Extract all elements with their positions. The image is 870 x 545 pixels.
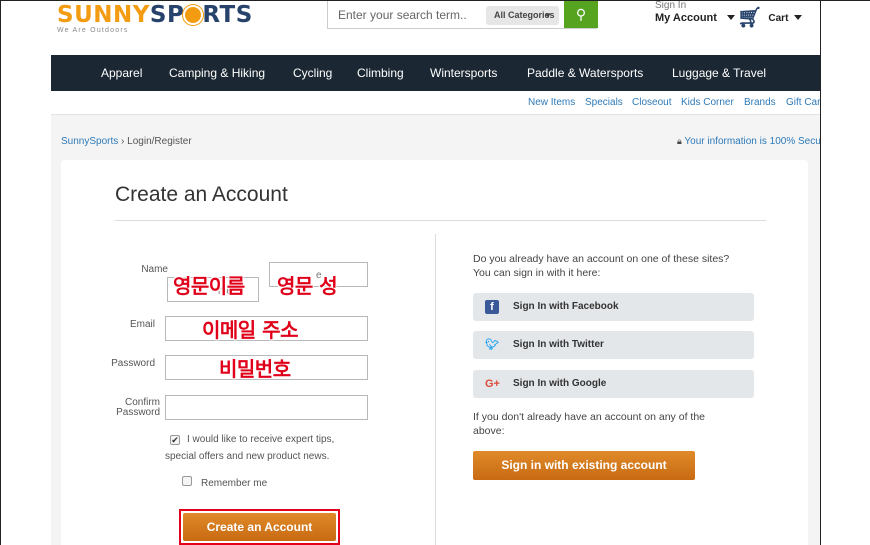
remember-me-checkbox[interactable]: [182, 476, 192, 486]
subnav-new-items[interactable]: New Items: [528, 97, 575, 108]
chevron-down-icon: ▼: [544, 11, 552, 20]
logo-sports-a: SP: [149, 2, 185, 28]
search-input[interactable]: [328, 1, 478, 28]
left-margin: [1, 1, 51, 545]
newsletter-label-line1: I would like to receive expert tips,: [187, 434, 335, 445]
chevron-down-icon: [794, 15, 803, 20]
no-account-line2: above:: [473, 425, 505, 437]
nav-item-camping-hiking[interactable]: Camping & Hiking: [169, 55, 265, 91]
annotation-email: 이메일 주소: [202, 318, 298, 342]
chevron-down-icon: [726, 15, 735, 20]
annotation-first-name: 영문이름: [173, 274, 245, 298]
checkmark-icon: ✔: [171, 435, 179, 445]
email-label: Email: [129, 319, 155, 330]
nav-item-climbing[interactable]: Climbing: [357, 55, 404, 91]
nav-item-cycling[interactable]: Cycling: [293, 55, 332, 91]
logo-sports-b: RTS: [202, 2, 253, 28]
screenshot-frame: SUNNYSP RTS We Are Outdoors All Categorie…: [0, 0, 870, 545]
my-account-label: My Account: [655, 12, 717, 24]
sunnysports-logo[interactable]: SUNNYSP RTS We Are Outdoors: [57, 2, 253, 35]
create-account-highlight: Create an Account: [179, 509, 340, 545]
social-intro-line1: Do you already have an account on one of…: [473, 253, 730, 265]
cart-menu[interactable]: 🛒︎ Cart: [737, 5, 803, 30]
name-label: Name: [141, 264, 168, 275]
no-account-text: If you don't already have an account on …: [473, 410, 763, 438]
breadcrumb-separator: ›: [121, 136, 125, 147]
nav-item-apparel[interactable]: Apparel: [101, 55, 142, 91]
nav-item-wintersports[interactable]: Wintersports: [430, 55, 497, 91]
column-divider: [435, 234, 436, 545]
twitter-icon: 🐦︎: [485, 339, 499, 351]
search-icon: ⚲: [575, 6, 587, 22]
remember-me-label: Remember me: [201, 478, 268, 489]
sign-in-label: Sign In: [655, 1, 687, 11]
no-account-line1: If you don't already have an account on …: [473, 411, 705, 423]
newsletter-label-line2: special offers and new product news.: [165, 451, 330, 462]
create-account-card: Create an Account Name me e 영문이름 영문 성 Em…: [61, 160, 808, 545]
nav-item-luggage-travel[interactable]: Luggage & Travel: [672, 55, 766, 91]
social-intro-line2: You can sign in with it here:: [473, 267, 601, 279]
sun-icon: [185, 7, 202, 23]
page-title: Create an Account: [115, 183, 288, 206]
confirm-label-line2: Password: [116, 407, 160, 418]
search-button[interactable]: ⚲: [564, 1, 598, 28]
google-sign-in-label: Sign In with Google: [513, 378, 607, 389]
subnav-brands[interactable]: Brands: [744, 97, 776, 108]
my-account-menu[interactable]: Sign In My Account: [655, 1, 735, 25]
subnav-closeout[interactable]: Closeout: [632, 97, 671, 108]
breadcrumb: SunnySports › Login/Register: [61, 136, 192, 147]
sign-in-existing-button[interactable]: Sign in with existing account: [473, 451, 695, 480]
logo-sunny: SUNNY: [57, 2, 150, 28]
subnav-specials[interactable]: Specials: [585, 97, 623, 108]
facebook-icon: f: [485, 300, 499, 314]
annotation-password: 비밀번호: [219, 357, 291, 381]
facebook-sign-in-button[interactable]: f Sign In with Facebook: [473, 293, 754, 321]
create-account-button[interactable]: Create an Account: [183, 513, 336, 541]
nav-item-paddle-watersports[interactable]: Paddle & Watersports: [527, 55, 643, 91]
twitter-sign-in-label: Sign In with Twitter: [513, 339, 604, 350]
confirm-password-label: Confirm Password: [112, 398, 160, 418]
site-header: SUNNYSP RTS We Are Outdoors All Categorie…: [51, 1, 820, 55]
social-intro: Do you already have an account on one of…: [473, 252, 763, 280]
twitter-sign-in-button[interactable]: 🐦︎ Sign In with Twitter: [473, 331, 754, 359]
secondary-nav: New Items Specials Closeout Kids Corner …: [51, 91, 820, 115]
search-bar: All Categories ▼ ⚲: [327, 1, 598, 29]
password-label: Password: [111, 358, 155, 369]
secure-note[interactable]: 🔒︎ Your information is 100% Secu: [677, 136, 820, 147]
right-margin: [820, 1, 870, 545]
google-plus-icon: G+: [485, 378, 500, 390]
breadcrumb-home[interactable]: SunnySports: [61, 136, 118, 147]
category-select[interactable]: All Categories ▼: [486, 6, 559, 25]
title-divider: [115, 220, 766, 221]
browser-viewport: SUNNYSP RTS We Are Outdoors All Categorie…: [51, 1, 820, 545]
lock-icon: 🔒︎: [677, 136, 682, 146]
secure-note-text: Your information is 100% Secu: [684, 136, 820, 147]
cart-label: Cart: [768, 13, 789, 24]
main-nav: Apparel Camping & Hiking Cycling Climbin…: [51, 55, 820, 91]
annotation-last-name: 영문 성: [277, 274, 338, 298]
facebook-sign-in-label: Sign In with Facebook: [513, 301, 619, 312]
logo-tagline: We Are Outdoors: [57, 27, 129, 34]
cart-icon: 🛒︎: [737, 7, 763, 29]
breadcrumb-current: Login/Register: [127, 136, 192, 147]
subnav-kids-corner[interactable]: Kids Corner: [681, 97, 734, 108]
newsletter-checkbox[interactable]: ✔: [170, 435, 180, 445]
google-sign-in-button[interactable]: G+ Sign In with Google: [473, 370, 754, 398]
subnav-gift-card[interactable]: Gift Car: [786, 97, 820, 108]
confirm-password-field[interactable]: [165, 395, 368, 420]
